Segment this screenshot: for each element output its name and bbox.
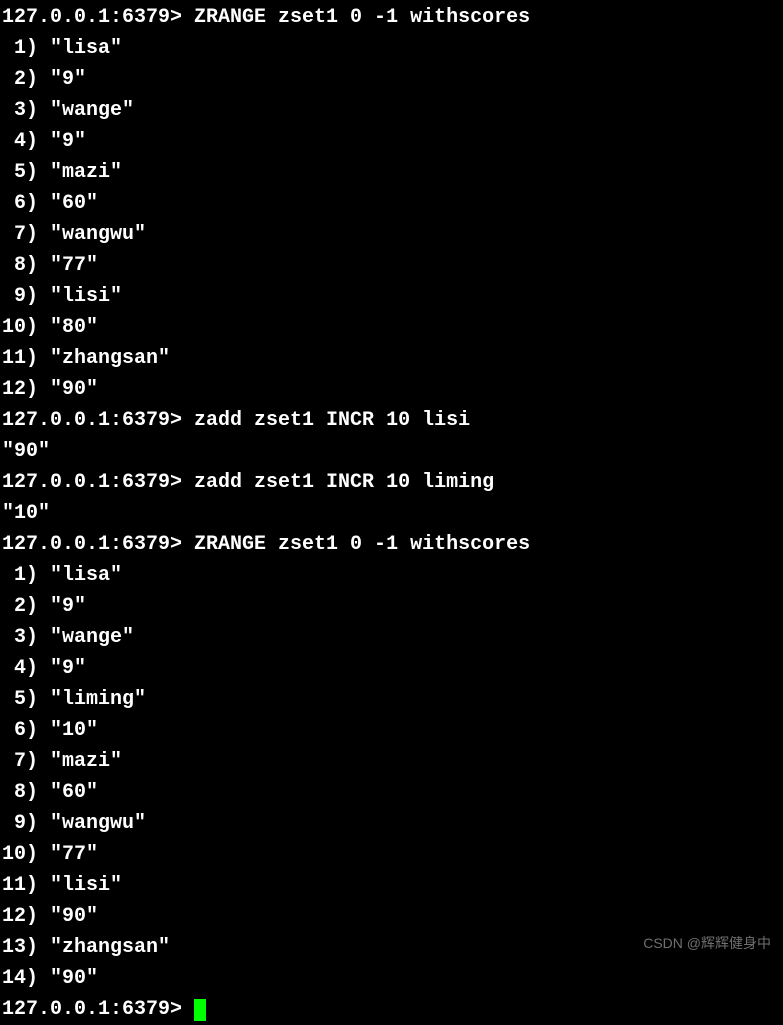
terminal-line: 2) "9" xyxy=(2,591,783,622)
terminal-line: 10) "80" xyxy=(2,312,783,343)
terminal-line: "90" xyxy=(2,436,783,467)
terminal-line: 127.0.0.1:6379> ZRANGE zset1 0 -1 withsc… xyxy=(2,2,783,33)
terminal-line: 10) "77" xyxy=(2,839,783,870)
terminal-line: "10" xyxy=(2,498,783,529)
terminal-line: 3) "wange" xyxy=(2,95,783,126)
terminal-line: 14) "90" xyxy=(2,963,783,994)
terminal-line: 4) "9" xyxy=(2,126,783,157)
terminal-line: 12) "90" xyxy=(2,374,783,405)
terminal-line: 1) "lisa" xyxy=(2,560,783,591)
terminal-line: 5) "mazi" xyxy=(2,157,783,188)
terminal-line: 11) "zhangsan" xyxy=(2,343,783,374)
terminal-line: 127.0.0.1:6379> zadd zset1 INCR 10 lisi xyxy=(2,405,783,436)
watermark-text: CSDN @辉辉健身中 xyxy=(643,933,771,955)
terminal-line: 127.0.0.1:6379> zadd zset1 INCR 10 limin… xyxy=(2,467,783,498)
terminal-line: 9) "lisi" xyxy=(2,281,783,312)
terminal-line: 7) "mazi" xyxy=(2,746,783,777)
terminal-line: 127.0.0.1:6379> ZRANGE zset1 0 -1 withsc… xyxy=(2,529,783,560)
terminal-output[interactable]: 127.0.0.1:6379> ZRANGE zset1 0 -1 withsc… xyxy=(2,2,783,1025)
terminal-line: 5) "liming" xyxy=(2,684,783,715)
terminal-line: 6) "60" xyxy=(2,188,783,219)
terminal-line: 1) "lisa" xyxy=(2,33,783,64)
terminal-line: 127.0.0.1:6379> xyxy=(2,994,783,1025)
terminal-line: 3) "wange" xyxy=(2,622,783,653)
terminal-line: 9) "wangwu" xyxy=(2,808,783,839)
cursor-block xyxy=(194,999,206,1021)
terminal-line: 12) "90" xyxy=(2,901,783,932)
terminal-line: 8) "77" xyxy=(2,250,783,281)
terminal-line: 7) "wangwu" xyxy=(2,219,783,250)
terminal-line: 8) "60" xyxy=(2,777,783,808)
terminal-line: 4) "9" xyxy=(2,653,783,684)
terminal-line: 2) "9" xyxy=(2,64,783,95)
terminal-line: 11) "lisi" xyxy=(2,870,783,901)
terminal-line: 6) "10" xyxy=(2,715,783,746)
